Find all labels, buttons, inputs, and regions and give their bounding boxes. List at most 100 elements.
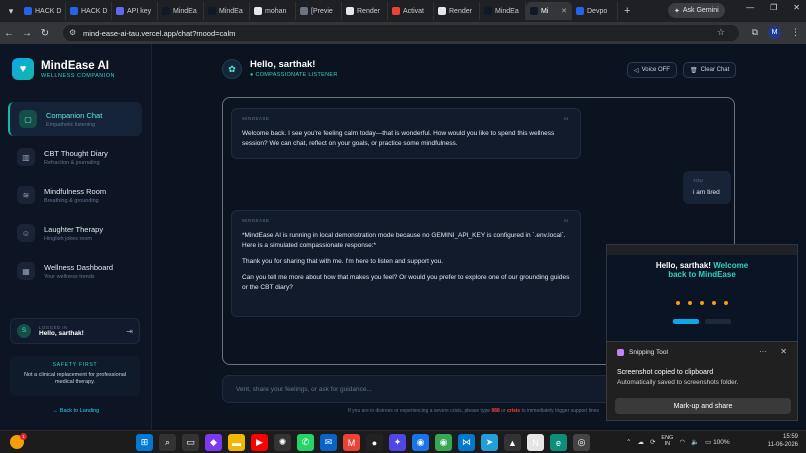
sidebar-item-text: Mindfulness Room Breathing & grounding xyxy=(44,187,106,204)
toolbar-right: ⧉ M ⋮ xyxy=(752,26,800,39)
user-card: S LOGGED IN Hello, sarthak! ⇥ xyxy=(10,318,140,344)
browser-tab[interactable]: Devpo xyxy=(572,2,618,20)
sidebar-item-laughter-therapy[interactable]: ☺ Laughter Therapy Hinglish jokes room xyxy=(8,216,142,250)
new-tab-button[interactable]: + xyxy=(624,5,630,17)
file-explorer-icon[interactable]: ▬ xyxy=(228,434,245,451)
sidebar-item-mindfulness-room[interactable]: ≋ Mindfulness Room Breathing & grounding xyxy=(8,178,142,212)
tab-label: HACK D xyxy=(35,7,62,15)
toast-title: Screenshot copied to clipboard xyxy=(617,369,714,376)
sidebar-item-label: CBT Thought Diary xyxy=(44,148,108,158)
outlook-icon[interactable]: ✉ xyxy=(320,434,337,451)
sidebar-item-wellness-dashboard[interactable]: ▦ Wellness Dashboard Your wellness trends xyxy=(8,254,142,288)
weather-widget-icon[interactable]: 1 xyxy=(10,433,27,449)
whatsapp-icon[interactable]: ✆ xyxy=(297,434,314,451)
sidebar-item-companion-chat[interactable]: ▢ Companion Chat Empathetic listening xyxy=(8,102,142,136)
back-arrow-icon[interactable]: ← xyxy=(0,28,18,39)
browser-tab[interactable]: HACK D xyxy=(66,2,112,20)
grid-icon: ▦ xyxy=(17,262,35,280)
task-view-icon[interactable]: ▭ xyxy=(182,434,199,451)
browser-tab[interactable]: MindEa xyxy=(204,2,250,20)
tab-favicon-icon xyxy=(530,7,538,15)
search-icon[interactable]: ⌕ xyxy=(159,434,176,451)
vscode-icon[interactable]: ⋈ xyxy=(458,434,475,451)
edge-icon[interactable]: e xyxy=(550,434,567,451)
tab-favicon-icon xyxy=(576,7,584,15)
voice-toggle-button[interactable]: ◁ Voice OFF xyxy=(627,62,677,78)
ask-gemini-button[interactable]: ✦ Ask Gemini xyxy=(668,3,725,18)
sidebar-item-desc: Refraction & journaling xyxy=(44,159,100,166)
more-options-icon[interactable]: ··· xyxy=(759,347,767,356)
url-text: mind-ease-ai-tau.vercel.app/chat?mood=ca… xyxy=(83,28,236,38)
vercel-icon[interactable]: ▲ xyxy=(504,434,521,451)
crisis-text: or xyxy=(499,408,507,414)
markup-share-button[interactable]: Mark-up and share xyxy=(615,398,791,414)
close-icon[interactable]: ✕ xyxy=(780,347,787,356)
system-tray: ⌃ ☁ ⟳ ENG IN ◠ 🔈 ▭ 100% xyxy=(626,435,730,448)
notion-icon[interactable]: N xyxy=(527,434,544,451)
user-name: Hello, sarthak! xyxy=(39,330,84,337)
browser-tab[interactable]: Mi ✕ xyxy=(526,2,572,20)
language-indicator[interactable]: ENG IN xyxy=(661,435,673,448)
browser-tab[interactable]: HACK D xyxy=(20,2,66,20)
browser-tab[interactable]: Activat xyxy=(388,2,434,20)
browser-tab[interactable]: MindEa xyxy=(480,2,526,20)
tab-label: [Previe xyxy=(311,7,333,15)
preview-title-accent: Welcome xyxy=(713,261,749,270)
volume-icon[interactable]: 🔈 xyxy=(691,438,699,446)
browser-tab[interactable]: mohan xyxy=(250,2,296,20)
github-icon[interactable]: ◎ xyxy=(573,434,590,451)
bookmark-star-icon[interactable]: ☆ xyxy=(717,27,725,38)
tab-favicon-icon xyxy=(24,7,32,15)
cloud-icon[interactable]: ☁ xyxy=(637,438,644,446)
restore-icon[interactable]: ❐ xyxy=(770,3,777,12)
browser-tab[interactable]: Render xyxy=(342,2,388,20)
browser-tab[interactable]: [Previe xyxy=(296,2,342,20)
sidebar-item-cbt-thought-diary[interactable]: ▥ CBT Thought Diary Refraction & journalin… xyxy=(8,140,142,174)
clear-chat-button[interactable]: 🗑 Clear Chat xyxy=(683,62,737,78)
clock[interactable]: 15:59 11-06-2026 xyxy=(768,434,798,450)
chrome-icon[interactable]: ◉ xyxy=(412,434,429,451)
brand-subtitle: WELLNESS COMPANION xyxy=(41,72,115,79)
message-text: *MindEase AI is running in local demonst… xyxy=(242,231,570,299)
battery-indicator[interactable]: ▭ 100% xyxy=(705,438,730,446)
obs-icon[interactable]: ● xyxy=(366,434,383,451)
browser-tab[interactable]: MindEa xyxy=(158,2,204,20)
close-window-icon[interactable]: ✕ xyxy=(793,3,800,12)
page-subtitle: ● COMPASSIONATE LISTENER xyxy=(250,72,338,78)
reload-icon[interactable]: ↻ xyxy=(36,28,54,39)
tab-list: HACK D HACK D API key MindEa MindEa mohan [Pre… xyxy=(20,2,618,20)
wifi-icon[interactable]: ◠ xyxy=(679,438,685,446)
start-icon[interactable]: ⊞ xyxy=(136,434,153,451)
tab-search-icon[interactable]: ▾ xyxy=(2,2,20,20)
site-info-icon[interactable]: ⚙ xyxy=(69,28,76,37)
tray-chevron-icon[interactable]: ⌃ xyxy=(626,438,631,446)
copilot-icon[interactable]: ◆ xyxy=(205,434,222,451)
close-tab-icon[interactable]: ✕ xyxy=(561,7,567,15)
screenshot-preview[interactable]: Hello, sarthak! Welcome back to MindEase xyxy=(606,244,798,342)
minimize-icon[interactable]: — xyxy=(746,3,754,12)
app-icon[interactable]: ✦ xyxy=(389,434,406,451)
tab-favicon-icon xyxy=(484,7,492,15)
browser-tab[interactable]: API key xyxy=(112,2,158,20)
gmail-icon[interactable]: M xyxy=(343,434,360,451)
extensions-icon[interactable]: ⧉ xyxy=(752,27,758,38)
gemini-icon: ✦ xyxy=(674,7,680,15)
forward-arrow-icon[interactable]: → xyxy=(18,28,36,39)
taskbar: 1 ⊞ ⌕ ▭ ◆ ▬ ▶ ✺ ✆ ✉ M ● ✦ ◉ ◉ ⋈ ➤ ▲ Ne ◎ ⌃ ☁ ⟳ ENG IN ◠ 🔈 ▭… xyxy=(0,430,806,453)
profile-avatar[interactable]: M xyxy=(768,26,781,39)
message-text: Welcome back. I see you're feeling calm … xyxy=(242,129,570,155)
browser-menu-icon[interactable]: ⋮ xyxy=(791,27,800,38)
telegram-icon[interactable]: ➤ xyxy=(481,434,498,451)
sync-icon[interactable]: ⟳ xyxy=(650,438,655,446)
chrome-dev-icon[interactable]: ◉ xyxy=(435,434,452,451)
lang-bottom: IN xyxy=(664,440,671,447)
youtube-icon[interactable]: ▶ xyxy=(251,434,268,451)
back-to-landing-link[interactable]: ← Back to Landing xyxy=(0,408,152,414)
address-bar[interactable]: ⚙ mind-ease-ai-tau.vercel.app/chat?mood=… xyxy=(63,25,739,41)
message-sender: YOU xyxy=(693,178,703,183)
logout-icon[interactable]: ⇥ xyxy=(126,327,133,336)
browser-tab[interactable]: Render xyxy=(434,2,480,20)
snipping-tool-icon xyxy=(617,349,624,356)
chatgpt-icon[interactable]: ✺ xyxy=(274,434,291,451)
tab-favicon-icon xyxy=(254,7,262,15)
